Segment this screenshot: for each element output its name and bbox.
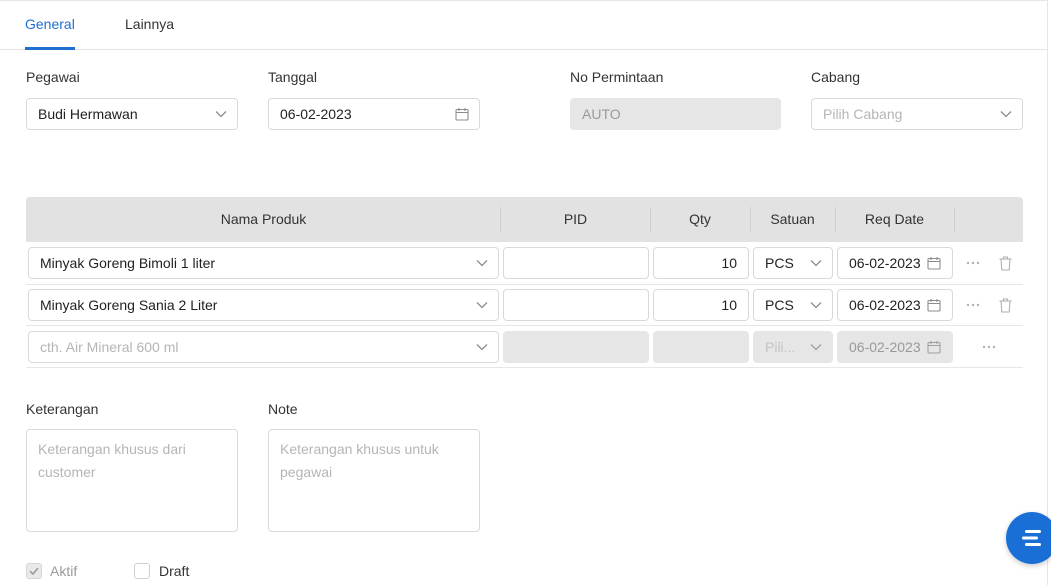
column-header-qty: Qty [689,211,711,227]
chevron-down-icon [810,248,822,278]
chevron-down-icon [1000,99,1012,129]
req-date-picker: 06-02-2023 [837,331,953,363]
trash-icon[interactable] [997,297,1013,313]
ellipsis-icon[interactable] [980,340,998,354]
no-permintaan-value: AUTO [582,106,621,122]
no-permintaan-label: No Permintaan [570,69,664,85]
pegawai-select[interactable]: Budi Hermawan [26,98,238,130]
product-value: Minyak Goreng Sania 2 Liter [40,297,218,313]
aktif-label: Aktif [50,563,78,579]
checkmark-icon [29,567,39,576]
chevron-down-icon [810,290,822,320]
chevron-down-icon [810,332,822,362]
calendar-icon [455,99,469,129]
tab-bar: General Lainnya [0,0,1048,50]
qty-input[interactable]: 10 [653,289,749,321]
column-header-nama-produk: Nama Produk [220,211,307,227]
keterangan-label: Keterangan [26,401,99,417]
tanggal-label: Tanggal [268,69,318,85]
unit-placeholder: Pili... [765,339,796,355]
chevron-down-icon [476,332,488,362]
note-label: Note [268,401,298,417]
cabang-label: Cabang [811,69,861,85]
unit-value: PCS [765,297,794,313]
ellipsis-icon[interactable] [964,256,982,270]
calendar-icon [927,332,941,362]
product-select[interactable]: Minyak Goreng Bimoli 1 liter [28,247,499,279]
qty-input [653,331,749,363]
column-header-req-date: Req Date [864,211,925,227]
qty-input[interactable]: 10 [653,247,749,279]
pid-input[interactable] [503,247,649,279]
chevron-down-icon [476,290,488,320]
qty-value: 10 [721,297,737,313]
floating-menu-button[interactable] [1006,512,1051,564]
pegawai-value: Budi Hermawan [38,106,138,122]
product-select[interactable]: cth. Air Mineral 600 ml [28,331,499,363]
qty-value: 10 [721,255,737,271]
keterangan-placeholder: Keterangan khusus dari customer [38,441,186,480]
calendar-icon [927,290,941,320]
draft-checkbox[interactable] [134,563,150,579]
chevron-down-icon [476,248,488,278]
product-value: Minyak Goreng Bimoli 1 liter [40,255,216,271]
draft-label: Draft [159,563,190,579]
note-textarea[interactable]: Keterangan khusus untuk pegawai [268,429,480,532]
cabang-select[interactable]: Pilih Cabang [811,98,1023,130]
req-date-value: 06-02-2023 [849,339,921,355]
product-select[interactable]: Minyak Goreng Sania 2 Liter [28,289,499,321]
row-divider [26,367,1023,368]
req-date-value: 06-02-2023 [849,297,921,313]
keterangan-textarea[interactable]: Keterangan khusus dari customer [26,429,238,532]
unit-select: Pili... [753,331,833,363]
product-table-header: Nama Produk PID Qty Satuan Req Date [26,197,1023,242]
ellipsis-icon[interactable] [964,298,982,312]
row-divider [26,325,1023,326]
menu-icon [1022,530,1041,546]
req-date-picker[interactable]: 06-02-2023 [837,247,953,279]
tanggal-value: 06-02-2023 [280,106,352,122]
chevron-down-icon [215,99,227,129]
unit-value: PCS [765,255,794,271]
product-placeholder: cth. Air Mineral 600 ml [40,339,179,355]
pid-input[interactable] [503,289,649,321]
column-header-satuan: Satuan [770,211,815,227]
no-permintaan-input: AUTO [570,98,781,130]
tanggal-datepicker[interactable]: 06-02-2023 [268,98,480,130]
trash-icon[interactable] [997,255,1013,271]
req-date-value: 06-02-2023 [849,255,921,271]
column-divider [954,207,955,232]
column-header-pid: PID [563,211,588,227]
pid-input [503,331,649,363]
tab-general[interactable]: General [25,16,75,32]
active-tab-indicator [25,47,75,50]
calendar-icon [927,248,941,278]
cabang-placeholder: Pilih Cabang [823,106,903,122]
tab-lainnya[interactable]: Lainnya [125,16,174,32]
unit-select[interactable]: PCS [753,247,833,279]
pegawai-label: Pegawai [26,69,80,85]
aktif-checkbox[interactable] [26,563,42,579]
row-divider [26,284,1023,285]
note-placeholder: Keterangan khusus untuk pegawai [280,441,439,480]
req-date-picker[interactable]: 06-02-2023 [837,289,953,321]
unit-select[interactable]: PCS [753,289,833,321]
